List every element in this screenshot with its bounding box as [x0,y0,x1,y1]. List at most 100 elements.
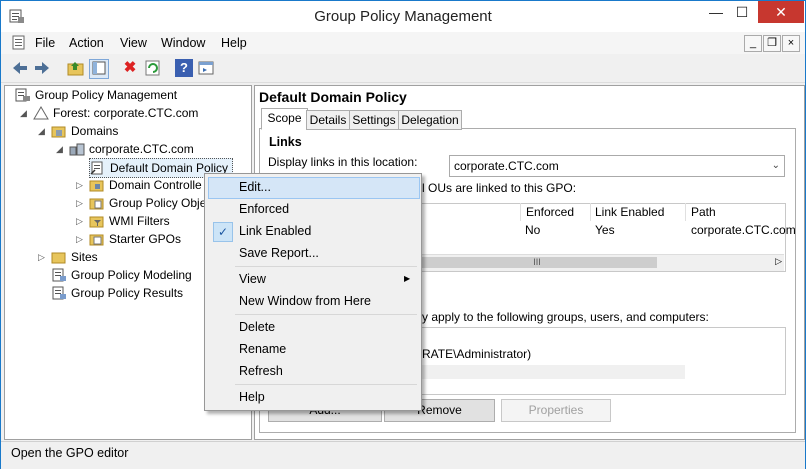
properties-icon[interactable] [197,59,215,77]
menu-item-refresh[interactable]: Refresh [239,361,283,381]
filter-row[interactable]: RATE\Administrator) [422,347,531,361]
properties-button: Properties [501,399,611,422]
menu-item-link-enabled[interactable]: Link Enabled [239,221,311,241]
tree-wmi[interactable]: WMI Filters [89,212,170,230]
scroll-right-icon[interactable]: ▷ [775,256,782,267]
expand-starter-icon[interactable]: ▷ [75,230,84,248]
forward-icon[interactable] [33,59,51,77]
domain-icon [69,142,85,156]
tree-root[interactable]: Group Policy Management [15,86,177,104]
location-dropdown[interactable]: corporate.CTC.com ⌄ [449,155,785,177]
expand-domains-icon[interactable]: ◢ [37,122,46,140]
menu-item-view[interactable]: View [239,269,266,289]
details-title: Default Domain Policy [259,89,407,105]
cell-enforced: No [525,223,541,237]
menu-file[interactable]: File [35,36,55,50]
separator [235,384,417,385]
close-button[interactable]: ✕ [758,1,804,23]
col-link-enabled[interactable]: Link Enabled [590,203,686,221]
col-path[interactable]: Path [686,203,783,221]
maximize-button[interactable]: ☐ [729,1,755,23]
status-bar: Open the GPO editor [1,441,805,469]
menu-view[interactable]: View [120,36,147,50]
tree-domains-label: Domains [71,124,119,138]
menu-item-help[interactable]: Help [239,387,265,407]
context-menu: Edit... Enforced ✓ Link Enabled Save Rep… [204,173,422,411]
separator [235,266,417,267]
modeling-icon [51,268,67,282]
show-hide-tree-icon[interactable] [89,59,109,79]
menu-help[interactable]: Help [221,36,247,50]
back-icon[interactable] [11,59,29,77]
expand-sites-icon[interactable]: ▷ [37,248,46,266]
gpo-folder-icon [89,196,105,210]
forest-icon [33,106,49,120]
menu-item-new-window[interactable]: New Window from Here [239,291,371,311]
menu-window[interactable]: Window [161,36,205,50]
tree-forest[interactable]: Forest: corporate.CTC.com [33,104,198,122]
window-title: Group Policy Management [314,8,492,25]
links-heading: Links [269,135,302,149]
chevron-down-icon: ⌄ [771,160,780,171]
tree-domain-label: corporate.CTC.com [89,142,194,156]
delete-icon[interactable]: ✖ [121,59,139,77]
title-bar: Group Policy Management — ☐ ✕ [1,1,805,32]
linked-text: l OUs are linked to this GPO: [422,181,577,195]
starter-folder-icon [89,232,105,246]
toolbar: ✖ ? [1,54,805,83]
cell-link-enabled: Yes [595,223,615,237]
menu-action[interactable]: Action [69,36,104,50]
display-links-label: Display links in this location: [268,155,418,169]
menu-item-enforced[interactable]: Enforced [239,199,289,219]
mdi-minimize-button[interactable]: _ [744,35,762,52]
tree-modeling[interactable]: Group Policy Modeling [51,266,192,284]
minimize-button[interactable]: — [703,1,729,23]
refresh-icon[interactable] [144,59,162,77]
sites-folder-icon [51,250,67,264]
tree-gpo-label: Group Policy Obje [109,196,207,210]
domains-folder-icon [51,124,67,138]
mdi-restore-button[interactable]: ❐ [763,35,781,52]
tree-modeling-label: Group Policy Modeling [71,268,192,282]
tree-wmi-label: WMI Filters [109,214,170,228]
expand-domain-icon[interactable]: ◢ [55,140,64,158]
expand-dc-icon[interactable]: ▷ [75,176,84,194]
location-value: corporate.CTC.com [454,159,559,173]
tab-details[interactable]: Details [306,110,350,130]
tab-delegation[interactable]: Delegation [398,110,462,130]
tree-domain-controllers-label: Domain Controlle [109,178,202,192]
gpm-icon [15,88,31,102]
col-enforced[interactable]: Enforced [520,203,591,221]
menu-item-save-report[interactable]: Save Report... [239,243,319,263]
menu-bar: File Action View Window Help [1,32,805,54]
tab-settings[interactable]: Settings [349,110,399,130]
tree-gpo[interactable]: Group Policy Obje [89,194,206,212]
results-icon [51,286,67,300]
mdi-close-button[interactable]: × [782,35,800,52]
check-icon: ✓ [213,222,233,242]
main-window: Group Policy Management — ☐ ✕ File Actio… [0,0,806,469]
mdi-doc-icon [11,35,27,51]
cell-path: corporate.CTC.com [691,223,796,237]
expand-forest-icon[interactable]: ◢ [19,104,28,122]
expand-wmi-icon[interactable]: ▷ [75,212,84,230]
menu-item-rename[interactable]: Rename [239,339,286,359]
tree-domains[interactable]: Domains [51,122,118,140]
submenu-arrow-icon: ▶ [404,274,411,283]
tree-results[interactable]: Group Policy Results [51,284,183,302]
status-text: Open the GPO editor [11,446,129,460]
tab-scope[interactable]: Scope [261,108,308,130]
menu-item-delete[interactable]: Delete [239,317,275,337]
expand-gpo-icon[interactable]: ▷ [75,194,84,212]
folder-up-icon[interactable] [67,59,85,77]
scroll-thumb[interactable]: III [417,257,657,268]
tree-forest-label: Forest: corporate.CTC.com [53,106,199,120]
tree-starter[interactable]: Starter GPOs [89,230,181,248]
menu-item-edit[interactable]: Edit... [239,177,271,197]
help-icon[interactable]: ? [175,59,193,77]
tree-sites[interactable]: Sites [51,248,98,266]
tree-domain[interactable]: corporate.CTC.com [69,140,194,158]
tree-domain-controllers[interactable]: Domain Controlle [89,176,202,194]
tree-results-label: Group Policy Results [71,286,184,300]
tree-root-label: Group Policy Management [35,88,178,102]
